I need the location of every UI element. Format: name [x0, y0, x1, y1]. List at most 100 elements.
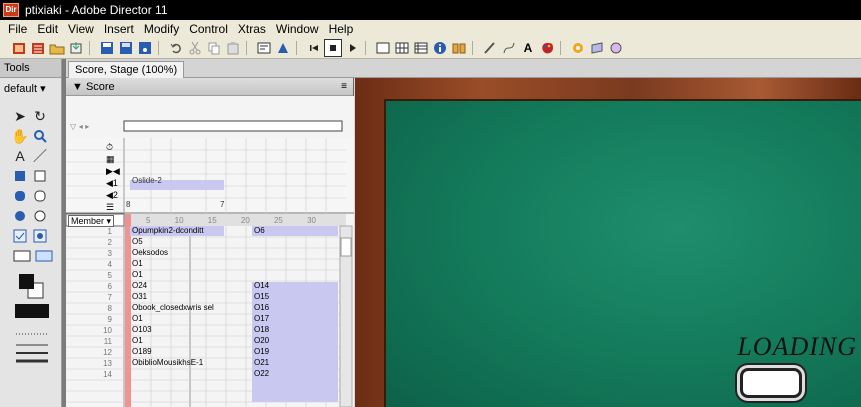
sprite-span-right[interactable]: O22: [254, 369, 269, 379]
sprite-span-left[interactable]: O31: [132, 292, 147, 302]
message-icon[interactable]: [607, 39, 625, 57]
button-tool-icon[interactable]: [34, 248, 54, 264]
menu-window[interactable]: Window: [271, 20, 324, 38]
sprite-channel-row[interactable]: 5 O1: [66, 270, 340, 281]
play-icon[interactable]: [343, 39, 361, 57]
import-icon[interactable]: [67, 39, 85, 57]
pattern-chip-icon[interactable]: [14, 303, 50, 321]
sprite-channel-row[interactable]: 10 O103 O18: [66, 325, 340, 336]
sprite-channel-row[interactable]: 13 ObiblioMousikhsE-1 O21: [66, 358, 340, 369]
library-icon[interactable]: [450, 39, 468, 57]
rect-tool-icon[interactable]: [32, 168, 48, 184]
sound2-icon[interactable]: ◀2: [106, 189, 120, 201]
vector-icon[interactable]: [500, 39, 518, 57]
new-movie-icon[interactable]: [10, 39, 28, 57]
tempo-icon[interactable]: ⏱: [106, 141, 120, 153]
sprite-span-right[interactable]: O16: [254, 303, 269, 313]
palette-icon[interactable]: ▦: [106, 153, 120, 165]
undo-icon[interactable]: [167, 39, 185, 57]
sprite-span-left[interactable]: O103: [132, 325, 152, 335]
score-stage-tab[interactable]: Score, Stage (100%): [68, 61, 185, 78]
menu-edit[interactable]: Edit: [32, 20, 63, 38]
sprite-span-left[interactable]: O1: [132, 314, 143, 324]
script-channel-icon[interactable]: ☰: [106, 201, 120, 213]
sprite-span-right[interactable]: O18: [254, 325, 269, 335]
sprite-span-right[interactable]: O21: [254, 358, 269, 368]
sprite-span-left[interactable]: O24: [132, 281, 147, 291]
field-tool-icon[interactable]: [12, 248, 32, 264]
menu-view[interactable]: View: [63, 20, 99, 38]
sprite-span-left[interactable]: O1: [132, 336, 143, 346]
line-width-selector-icon[interactable]: [14, 341, 50, 369]
sprite-span-right[interactable]: O19: [254, 347, 269, 357]
color-chip-icon[interactable]: [16, 271, 46, 301]
script-marker-2[interactable]: 7: [220, 200, 224, 210]
tools-tab[interactable]: Tools: [0, 59, 61, 78]
score-icon[interactable]: [412, 39, 430, 57]
publish-icon[interactable]: [136, 39, 154, 57]
open-icon[interactable]: [48, 39, 66, 57]
radio-tool-icon[interactable]: [32, 228, 48, 244]
tools-selector[interactable]: default ▾: [4, 81, 57, 97]
sprite-span-left[interactable]: O5: [132, 237, 143, 247]
sound1-sprite-label[interactable]: Oslide-2: [132, 176, 162, 186]
menu-insert[interactable]: Insert: [99, 20, 139, 38]
menu-xtras[interactable]: Xtras: [233, 20, 271, 38]
score-nav-icon[interactable]: ▽ ◂ ▸: [70, 122, 89, 131]
cut-icon[interactable]: [186, 39, 204, 57]
sprite-span-left[interactable]: ObiblioMousikhsE-1: [132, 358, 203, 368]
paint-icon[interactable]: [481, 39, 499, 57]
line-width-dotted-icon[interactable]: [14, 329, 50, 339]
menu-modify[interactable]: Modify: [139, 20, 184, 38]
hand-tool-icon[interactable]: ✋: [11, 128, 28, 144]
behavior-icon[interactable]: [569, 39, 587, 57]
line-tool-icon[interactable]: ／: [32, 148, 48, 164]
ellipse-tool-icon[interactable]: [32, 208, 48, 224]
text-icon[interactable]: A: [519, 39, 537, 57]
color-icon[interactable]: [538, 39, 556, 57]
rotate-tool-icon[interactable]: ↻: [32, 108, 48, 124]
filled-ellipse-tool-icon[interactable]: [12, 208, 28, 224]
new-cast-icon[interactable]: [29, 39, 47, 57]
sprite-channel-row[interactable]: 9 O1 O17: [66, 314, 340, 325]
zoom-tool-icon[interactable]: [32, 128, 48, 144]
save-icon[interactable]: [98, 39, 116, 57]
score-options-icon[interactable]: ≡: [341, 78, 347, 96]
stage-icon[interactable]: [374, 39, 392, 57]
sprite-span-right[interactable]: O17: [254, 314, 269, 324]
copy-icon[interactable]: [205, 39, 223, 57]
sound1-icon[interactable]: ◀1: [106, 177, 120, 189]
rewind-icon[interactable]: [305, 39, 323, 57]
sprite-span-right[interactable]: O15: [254, 292, 269, 302]
sprite-channel-row[interactable]: 3 Oeksodos: [66, 248, 340, 259]
find-icon[interactable]: [255, 39, 273, 57]
paste-icon[interactable]: [224, 39, 242, 57]
transition-icon[interactable]: ▶◀: [106, 165, 120, 177]
menu-control[interactable]: Control: [184, 20, 233, 38]
roundrect-tool-icon[interactable]: [32, 188, 48, 204]
filled-roundrect-tool-icon[interactable]: [12, 188, 28, 204]
sprite-span-left[interactable]: O189: [132, 347, 152, 357]
filled-rect-tool-icon[interactable]: [12, 168, 28, 184]
checkbox-tool-icon[interactable]: [12, 228, 28, 244]
sprite-channel-row[interactable]: 8 Obook_closedxwris sel O16: [66, 303, 340, 314]
arrow-tool-icon[interactable]: ➤: [12, 108, 28, 124]
sprite-channel-row[interactable]: 14 O22: [66, 369, 340, 380]
sprite-span-left[interactable]: Opumpkin2-dconditt: [132, 226, 204, 236]
sprite-span-left[interactable]: O1: [132, 259, 143, 269]
sprite-channel-row[interactable]: 4 O1: [66, 259, 340, 270]
cast-icon[interactable]: [393, 39, 411, 57]
explore-icon[interactable]: [274, 39, 292, 57]
text-tool-icon[interactable]: A: [12, 148, 28, 164]
sprite-span-right[interactable]: O14: [254, 281, 269, 291]
sprite-channel-row[interactable]: 1 Opumpkin2-dconditt O6: [66, 226, 340, 237]
script-icon[interactable]: [588, 39, 606, 57]
sprite-channel-row[interactable]: 7 O31 O15: [66, 292, 340, 303]
sprite-channel-row[interactable]: 11 O1 O20: [66, 336, 340, 347]
save-all-icon[interactable]: [117, 39, 135, 57]
sprite-channel-row[interactable]: 6 O24 O14: [66, 281, 340, 292]
script-marker-1[interactable]: 8: [126, 200, 130, 210]
sprite-span-right[interactable]: O20: [254, 336, 269, 346]
sprite-span-left[interactable]: O1: [132, 270, 143, 280]
menu-help[interactable]: Help: [324, 20, 359, 38]
